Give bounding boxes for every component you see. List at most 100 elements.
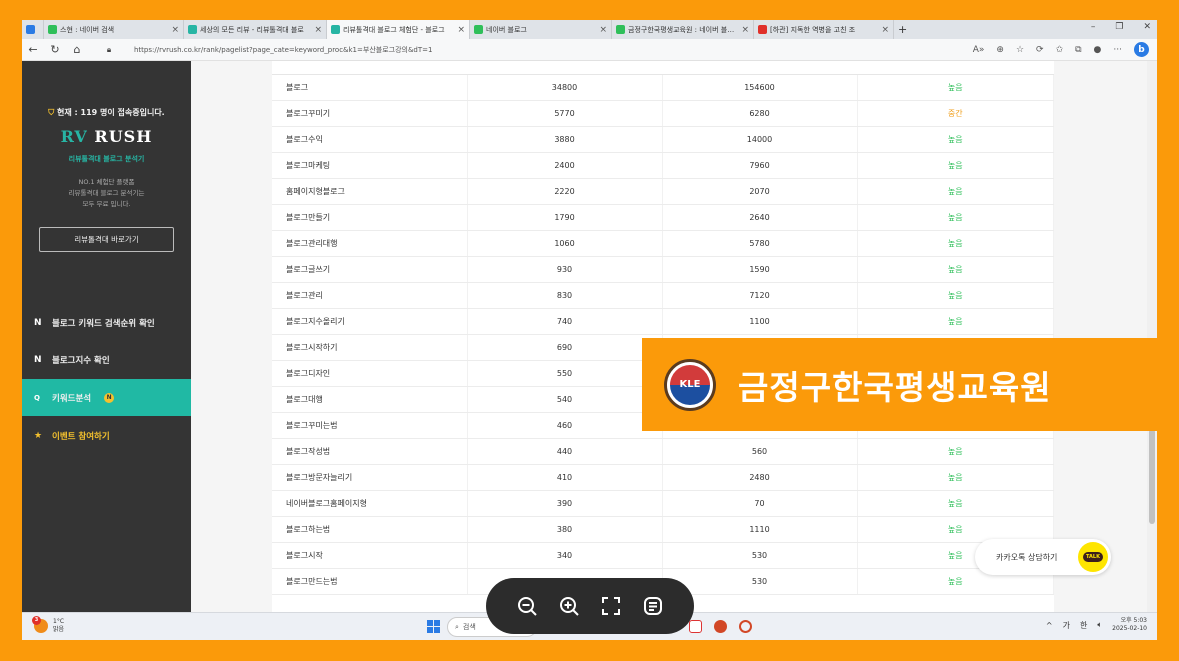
table-row[interactable]: 블로그하는법 380 1110 높음 <box>272 516 1054 543</box>
table-row[interactable]: 블로그시작 340 530 높음 <box>272 542 1054 569</box>
scrollbar-thumb[interactable] <box>1149 429 1155 524</box>
restore-icon[interactable]: ❐ <box>1115 22 1123 32</box>
column-header[interactable] <box>857 61 1054 75</box>
table-cell: 6280 <box>662 100 858 127</box>
table-cell: 2400 <box>467 152 663 179</box>
text-extract-icon[interactable] <box>641 594 665 618</box>
table-row[interactable]: 블로그방문자늘리기 410 2480 높음 <box>272 464 1054 491</box>
favorites-icon[interactable]: ✩ <box>1056 45 1064 55</box>
table-row[interactable]: 블로그수익 3880 14000 높음 <box>272 126 1054 153</box>
table-row[interactable]: 블로그 34800 154600 높음 <box>272 74 1054 101</box>
tab-4[interactable]: 금정구한국평생교육원 : 네이버 블로그 × <box>612 20 754 39</box>
table-row[interactable]: 블로그마케팅 2400 7960 높음 <box>272 152 1054 179</box>
brand-description: NO.1 체험단 플랫폼 리뷰톨격대 블로그 분석기는 모두 무료 입니다. <box>68 178 145 208</box>
tab-close-icon[interactable]: × <box>314 25 322 35</box>
column-header[interactable] <box>272 61 467 75</box>
fullscreen-icon[interactable] <box>599 594 623 618</box>
close-window-icon[interactable]: ✕ <box>1143 22 1151 32</box>
ime-icon[interactable]: 가 <box>1063 620 1070 631</box>
read-aloud-icon[interactable]: A» <box>973 45 985 55</box>
table-cell: 블로그시작 <box>272 542 468 569</box>
menu-blog-index[interactable]: N 블로그지수 확인 <box>22 341 191 378</box>
table-cell: 1790 <box>467 204 663 231</box>
tab-5[interactable]: [하관] 지독한 역병을 고친 조 × <box>754 20 894 39</box>
table-row[interactable]: 네이버블로그홈페이지형 390 70 높음 <box>272 490 1054 517</box>
new-tab-button[interactable]: + <box>894 20 914 39</box>
windows-start-icon[interactable] <box>427 620 440 633</box>
chevron-up-icon[interactable]: ^ <box>1046 621 1053 630</box>
collections-icon[interactable]: ⧉ <box>1075 45 1081 55</box>
table-cell: 530 <box>662 542 858 569</box>
naver-n-icon: N <box>34 354 42 365</box>
shield-icon: ⛉ <box>48 108 58 117</box>
favorite-add-icon[interactable]: ☆ <box>1016 45 1024 55</box>
table-cell: 14000 <box>662 126 858 153</box>
table-row[interactable]: 블로그작성법 440 560 높음 <box>272 438 1054 465</box>
table-cell: 5780 <box>662 230 858 257</box>
table-row[interactable]: 블로그글쓰기 930 1590 높음 <box>272 256 1054 283</box>
zoom-icon[interactable]: ⊕ <box>996 45 1004 55</box>
home-icon[interactable]: ⌂ <box>66 43 88 56</box>
clock[interactable]: 오후 5:03 2025-02-10 <box>1112 617 1147 633</box>
url-field[interactable]: https://rvrush.co.kr/rank/pagelist?page_… <box>134 45 432 55</box>
table-cell: 390 <box>467 490 663 517</box>
table-row[interactable]: 블로그지수올리기 740 1100 높음 <box>272 308 1054 335</box>
extensions-icon[interactable]: ⟳ <box>1036 45 1044 55</box>
more-icon[interactable]: ··· <box>1113 45 1122 55</box>
volume-icon[interactable]: 🔈︎ <box>1097 620 1102 630</box>
table-header-row <box>272 61 1054 75</box>
zoom-in-icon[interactable] <box>557 594 581 618</box>
tab-close-icon[interactable]: × <box>599 25 607 35</box>
column-header[interactable] <box>662 61 857 75</box>
search-icon: ⌕ <box>455 622 459 631</box>
table-cell: 1100 <box>662 308 858 335</box>
menu-event[interactable]: ★ 이벤트 참여하기 <box>22 417 191 454</box>
system-tray: ^ 가 한 🔈︎ 오후 5:03 2025-02-10 <box>1046 617 1147 633</box>
minimize-icon[interactable]: – <box>1091 22 1096 32</box>
table-row[interactable]: 홈페이지형블로그 2220 2070 높음 <box>272 178 1054 205</box>
table-row[interactable]: 블로그관리대행 1060 5780 높음 <box>272 230 1054 257</box>
tab-1[interactable]: 세상의 모든 리뷰 - 리뷰톨격대 블로 × <box>184 20 327 39</box>
tab-favicon-icon <box>331 25 340 34</box>
zoom-out-icon[interactable] <box>515 594 539 618</box>
table-row[interactable]: 블로그관리 830 7120 높음 <box>272 282 1054 309</box>
table-cell: 560 <box>662 438 858 465</box>
table-cell: 블로그만들기 <box>272 204 468 231</box>
table-row[interactable]: 블로그꾸미기 5770 6280 중간 <box>272 100 1054 127</box>
kakao-chat-button[interactable]: 카카오톡 상담하기 TALK <box>975 539 1111 575</box>
table-cell: 830 <box>467 282 663 309</box>
weather-widget[interactable]: 3 1°C 맑음 <box>32 616 64 634</box>
menu-keyword-rank[interactable]: N 블로그 키워드 검색순위 확인 <box>22 304 191 341</box>
tab-0[interactable]: 스현 : 네이버 검색 × <box>44 20 184 39</box>
level-badge: 높음 <box>857 152 1054 179</box>
bing-copilot-icon[interactable]: b <box>1134 42 1149 57</box>
table-cell: 340 <box>467 542 663 569</box>
table-cell: 1590 <box>662 256 858 283</box>
app-icon[interactable] <box>689 620 702 633</box>
refresh-icon[interactable]: ↻ <box>44 43 66 56</box>
sidebar-toggle-icon[interactable] <box>22 20 44 39</box>
level-badge: 높음 <box>857 464 1054 491</box>
table-cell: 블로그꾸미는법 <box>272 412 468 439</box>
tab-close-icon[interactable]: × <box>741 25 749 35</box>
tab-close-icon[interactable]: × <box>171 25 179 35</box>
brand-logo[interactable]: RV RUSH <box>22 127 191 146</box>
tab-close-icon[interactable]: × <box>457 25 465 35</box>
shortcut-button[interactable]: 리뷰톨격대 바로가기 <box>39 227 174 252</box>
app-icon[interactable] <box>739 620 752 633</box>
table-cell: 7120 <box>662 282 858 309</box>
tab-favicon-icon <box>474 25 483 34</box>
tab-3[interactable]: 네이버 블로그 × <box>470 20 612 39</box>
table-row[interactable]: 블로그만들기 1790 2640 높음 <box>272 204 1054 231</box>
back-icon[interactable]: ← <box>22 43 44 56</box>
powerpoint-icon[interactable] <box>714 620 727 633</box>
table-cell: 1110 <box>662 516 858 543</box>
language-icon[interactable]: 한 <box>1080 620 1087 631</box>
profile-icon[interactable]: ● <box>1094 45 1102 55</box>
menu-keyword-analysis[interactable]: Q 키워드분석 N <box>22 379 191 416</box>
column-header[interactable] <box>467 61 662 75</box>
page-scrollbar[interactable] <box>1147 61 1157 612</box>
tab-close-icon[interactable]: × <box>881 25 889 35</box>
table-cell: 블로그하는법 <box>272 516 468 543</box>
tab-2[interactable]: 리뷰톨격대 블로그 체험단 - 블로그 × <box>327 20 470 39</box>
